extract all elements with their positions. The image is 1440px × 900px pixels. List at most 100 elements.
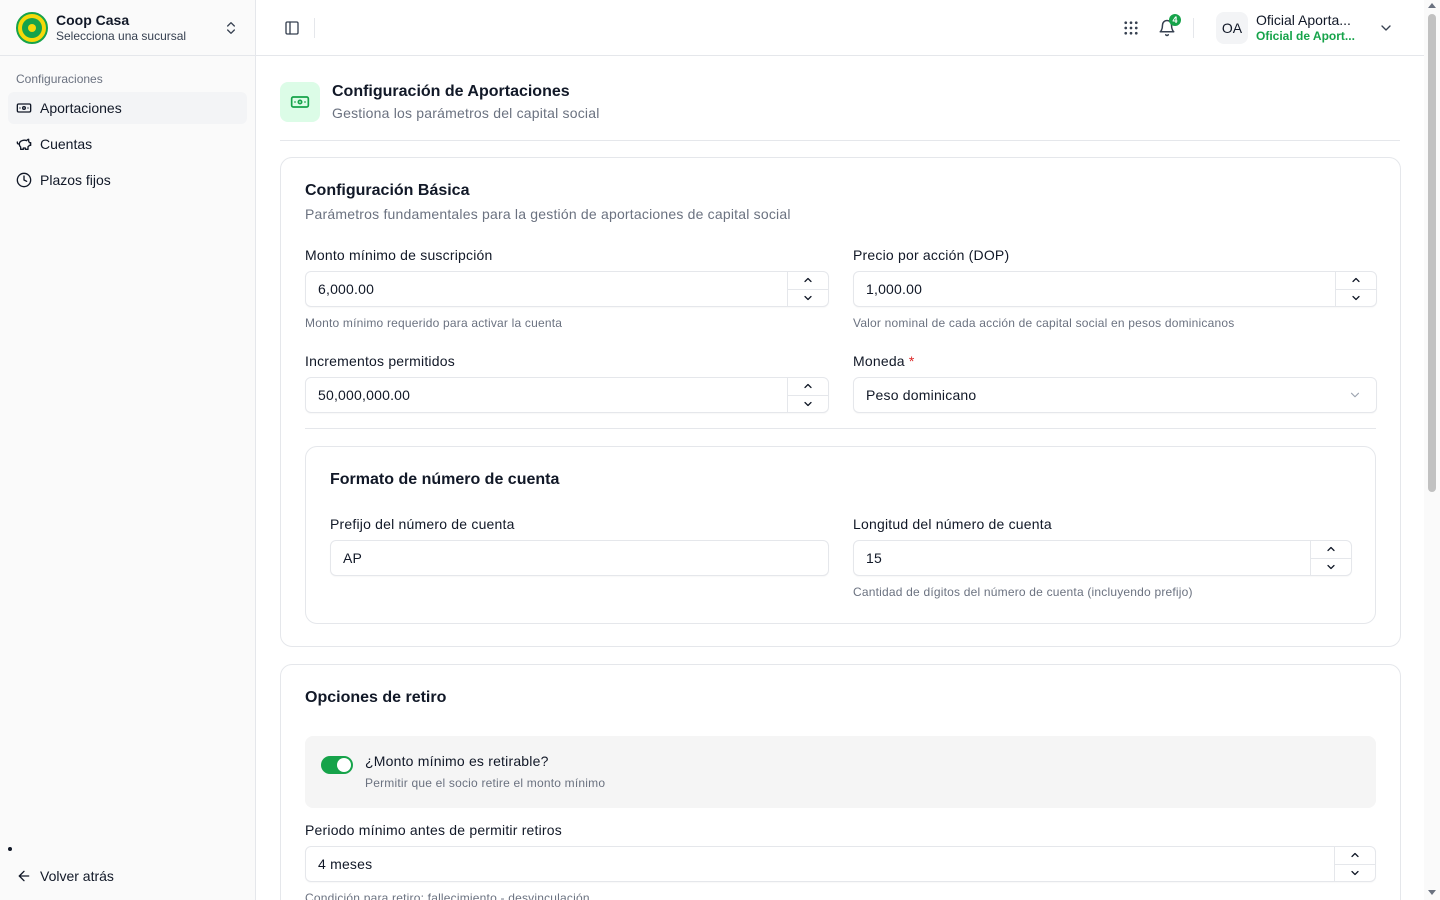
chevron-down-icon [804, 401, 812, 406]
field-label: Monto mínimo de suscripción [305, 247, 493, 263]
scrollbar-thumb[interactable] [1428, 14, 1436, 492]
main-content: Configuración de Aportaciones Gestiona l… [256, 56, 1424, 900]
back-button[interactable]: Volver atrás [8, 860, 248, 892]
currency-field: Moneda * Peso dominicano [853, 353, 1377, 413]
input-value: AP [343, 550, 363, 566]
piggy-bank-icon [16, 138, 32, 150]
chevron-up-icon [804, 384, 812, 389]
page-scrollbar[interactable] [1424, 0, 1440, 900]
chevron-up-icon [804, 278, 812, 283]
min-withdrawable-toggle[interactable] [321, 756, 353, 774]
input-value: 15 [866, 550, 882, 566]
increments-input[interactable]: 50,000,000.00 [305, 377, 829, 413]
user-role: Oficial de Aport... [1256, 28, 1355, 43]
decrement-button[interactable] [1311, 557, 1351, 576]
card-title: Opciones de retiro [305, 689, 447, 706]
increment-button[interactable] [788, 378, 828, 395]
card-title: Configuración Básica [305, 182, 470, 199]
sidebar-item-label: Cuentas [40, 136, 93, 152]
account-format-card: Formato de número de cuenta Prefijo del … [305, 446, 1376, 624]
divider [314, 17, 315, 38]
field-label: Precio por acción (DOP) [853, 247, 1010, 263]
chevron-down-icon [1351, 870, 1359, 875]
sidebar-item-cuentas[interactable]: Cuentas [8, 128, 247, 160]
min-subscription-field: Monto mínimo de suscripción 6,000.00 Mon… [305, 247, 829, 330]
clock-icon [16, 172, 32, 188]
basic-config-card: Configuración Básica Parámetros fundamen… [280, 157, 1401, 647]
org-name: Coop Casa [56, 11, 130, 28]
scroll-down-arrow-icon[interactable] [1428, 890, 1436, 895]
sidebar-item-label: Aportaciones [40, 100, 122, 116]
account-length-field: Longitud del número de cuenta 15 Cantida… [853, 516, 1352, 599]
banknote-icon [280, 82, 320, 122]
field-label: Moneda * [853, 353, 1377, 370]
user-menu[interactable]: OA Oficial Aporta... Oficial de Aport... [1216, 11, 1394, 44]
input-value: 6,000.00 [318, 281, 375, 297]
input-value: 4 meses [318, 856, 373, 872]
sidebar-item-label: Plazos fijos [40, 172, 111, 188]
field-hint: Monto mínimo requerido para activar la c… [305, 316, 563, 330]
number-stepper [787, 378, 828, 412]
sidebar: Coop Casa Selecciona una sucursal Config… [0, 0, 256, 900]
required-mark: * [908, 353, 915, 369]
chevrons-up-down-icon [227, 21, 235, 34]
sidebar-item-plazos-fijos[interactable]: Plazos fijos [8, 164, 247, 196]
org-switcher[interactable]: Coop Casa Selecciona una sucursal [0, 0, 255, 56]
scroll-up-arrow-icon[interactable] [1428, 3, 1436, 8]
chevron-up-icon [1352, 278, 1360, 283]
decrement-button[interactable] [1336, 288, 1376, 307]
status-dot [8, 847, 12, 851]
increment-button[interactable] [788, 272, 828, 289]
field-hint: Condición para retiro: fallecimiento - d… [305, 891, 590, 900]
chevron-down-icon [1350, 392, 1360, 398]
price-per-share-field: Precio por acción (DOP) 1,000.00 Valor n… [853, 247, 1377, 330]
chevron-down-icon [1327, 564, 1335, 569]
back-label: Volver atrás [40, 868, 114, 884]
field-hint: Cantidad de dígitos del número de cuenta… [853, 585, 1193, 599]
notification-count-badge: 4 [1169, 13, 1181, 26]
number-stepper [1310, 541, 1351, 575]
min-period-input[interactable]: 4 meses [305, 846, 1376, 882]
increments-field: Incrementos permitidos 50,000,000.00 [305, 353, 829, 413]
sidebar-item-aportaciones[interactable]: Aportaciones [8, 92, 247, 124]
decrement-button[interactable] [788, 288, 828, 307]
coop-logo [16, 11, 48, 44]
account-prefix-input[interactable]: AP [330, 540, 829, 576]
account-length-input[interactable]: 15 [853, 540, 1352, 576]
grid-icon [1124, 20, 1138, 35]
decrement-button[interactable] [1335, 863, 1375, 882]
user-name: Oficial Aporta... [1256, 11, 1351, 28]
card-description: Parámetros fundamentales para la gestión… [305, 206, 791, 222]
currency-select[interactable]: Peso dominicano [853, 377, 1377, 413]
increment-button[interactable] [1336, 272, 1376, 289]
field-label: Longitud del número de cuenta [853, 516, 1052, 532]
avatar: OA [1216, 11, 1248, 44]
chevron-up-icon [1351, 853, 1359, 858]
panel-left-icon [285, 20, 299, 35]
price-per-share-input[interactable]: 1,000.00 [853, 271, 1377, 307]
input-value: 1,000.00 [866, 281, 923, 297]
banknote-icon [16, 103, 32, 113]
number-stepper [787, 272, 828, 306]
number-stepper [1335, 272, 1376, 306]
notifications-button[interactable]: 4 [1153, 13, 1181, 42]
decrement-button[interactable] [788, 394, 828, 413]
card-title: Formato de número de cuenta [330, 471, 560, 488]
toggle-label: ¿Monto mínimo es retirable? [365, 753, 549, 769]
increment-button[interactable] [1311, 541, 1351, 558]
field-hint: Valor nominal de cada acción de capital … [853, 316, 1235, 330]
apps-button[interactable] [1117, 14, 1145, 42]
page-subtitle: Gestiona los parámetros del capital soci… [332, 105, 600, 121]
chevron-up-icon [1327, 547, 1335, 552]
increment-button[interactable] [1335, 847, 1375, 864]
org-branch-select: Selecciona una sucursal [56, 28, 187, 43]
min-period-field: Periodo mínimo antes de permitir retiros… [305, 822, 1376, 900]
field-label-text: Moneda [853, 353, 905, 369]
top-bar: 4 OA Oficial Aporta... Oficial de Aport.… [256, 0, 1424, 56]
toggle-sidebar-button[interactable] [278, 14, 306, 42]
min-subscription-input[interactable]: 6,000.00 [305, 271, 829, 307]
page-header: Configuración de Aportaciones Gestiona l… [280, 82, 1400, 141]
chevron-down-icon [804, 295, 812, 300]
nav-section-label: Configuraciones [16, 72, 103, 86]
min-withdrawable-row: ¿Monto mínimo es retirable? Permitir que… [305, 736, 1376, 808]
